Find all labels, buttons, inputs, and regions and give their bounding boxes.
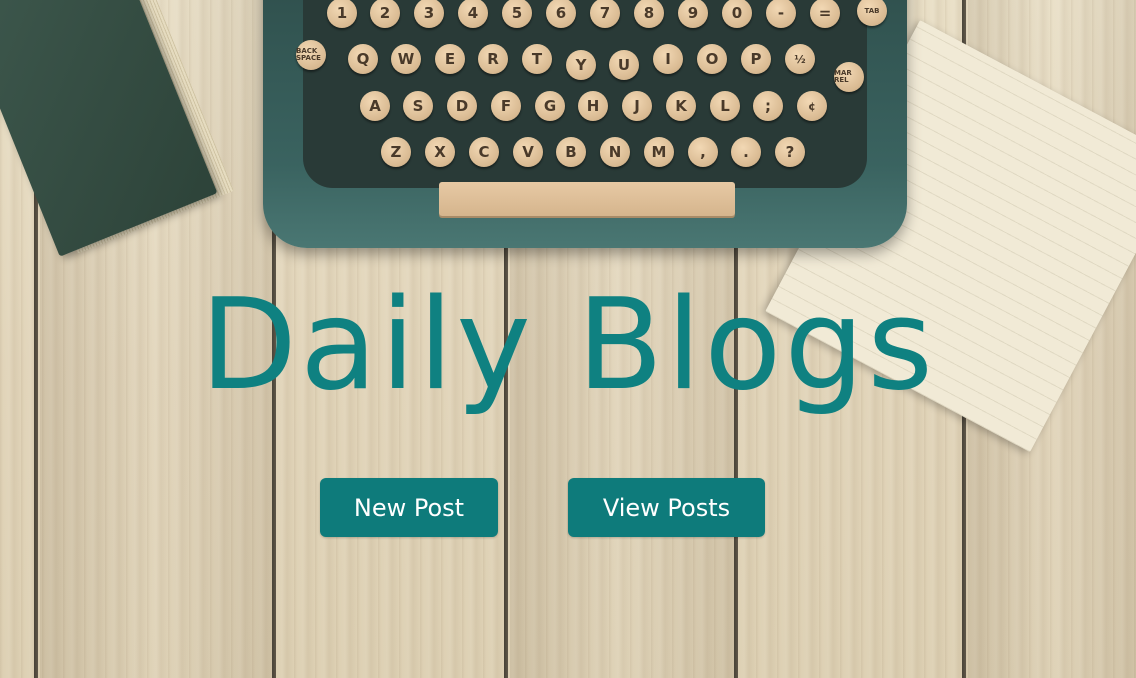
- typewriter-key: C: [469, 137, 499, 167]
- typewriter-key: V: [513, 137, 543, 167]
- typewriter-key: ;: [753, 91, 783, 121]
- typewriter-key: ,: [688, 137, 718, 167]
- typewriter-key: T: [522, 44, 552, 74]
- typewriter-key: U: [609, 50, 639, 80]
- typewriter-key: L: [710, 91, 740, 121]
- typewriter-key: O: [697, 44, 727, 74]
- page-title: Daily Blogs: [199, 271, 937, 418]
- typewriter-key: N: [600, 137, 630, 167]
- new-post-button[interactable]: New Post: [320, 478, 498, 537]
- typewriter-key: BACK SPACE: [296, 40, 326, 70]
- typewriter-key: MAR REL: [834, 62, 864, 92]
- typewriter-illustration: 1 2 3 4 5 6 7 8 9 0 - = TAB BACK SPACE Q…: [263, 0, 907, 248]
- typewriter-key: M: [644, 137, 674, 167]
- typewriter-spacebar: [439, 182, 735, 216]
- typewriter-key: TAB: [857, 0, 887, 26]
- typewriter-key: B: [556, 137, 586, 167]
- typewriter-key: ?: [775, 137, 805, 167]
- typewriter-key: Z: [381, 137, 411, 167]
- view-posts-button[interactable]: View Posts: [568, 478, 765, 537]
- typewriter-key: ¢: [797, 91, 827, 121]
- typewriter-key: Q: [348, 44, 378, 74]
- typewriter-key: D: [447, 91, 477, 121]
- typewriter-key: K: [666, 91, 696, 121]
- typewriter-key: E: [435, 44, 465, 74]
- typewriter-key: .: [731, 137, 761, 167]
- typewriter-key: P: [741, 44, 771, 74]
- typewriter-key: F: [491, 91, 521, 121]
- typewriter-key: Y: [566, 50, 596, 80]
- typewriter-key: ½: [785, 44, 815, 74]
- typewriter-key: J: [622, 91, 652, 121]
- typewriter-key: X: [425, 137, 455, 167]
- typewriter-key: H: [578, 91, 608, 121]
- typewriter-key: G: [535, 91, 565, 121]
- typewriter-key: R: [478, 44, 508, 74]
- typewriter-key: I: [653, 44, 683, 74]
- typewriter-key: S: [403, 91, 433, 121]
- typewriter-key: A: [360, 91, 390, 121]
- typewriter-key: W: [391, 44, 421, 74]
